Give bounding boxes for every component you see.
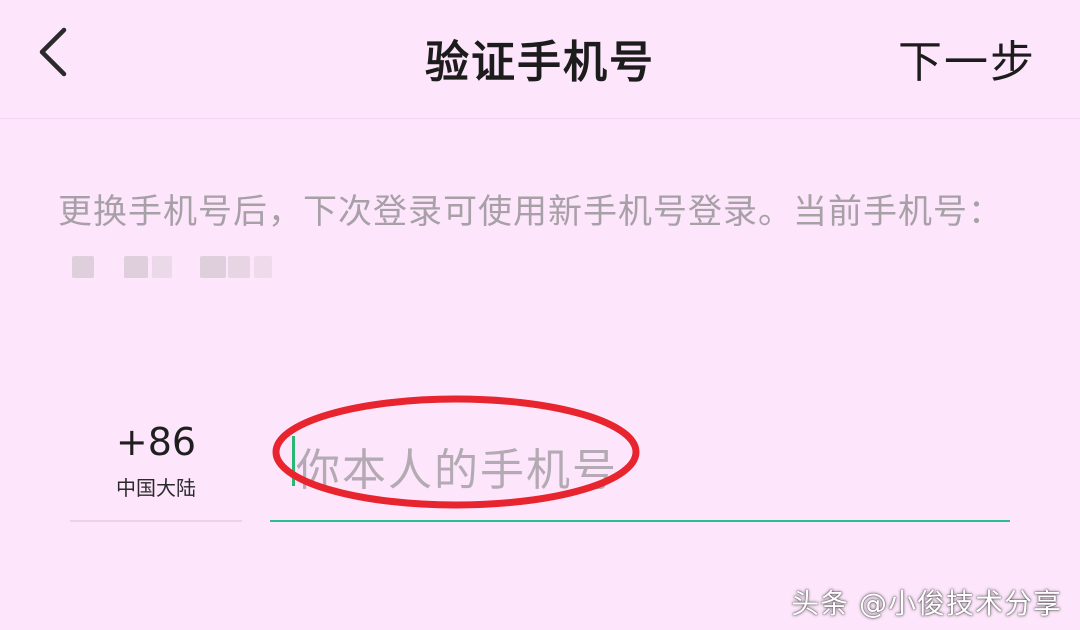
next-step-button[interactable]: 下一步 [898,26,1036,90]
country-code-selector[interactable]: +86 中国大陆 [70,418,242,501]
notice-text: 更换手机号后，下次登录可使用新手机号登录。当前手机号： [58,192,1003,232]
change-phone-notice: 更换手机号后，下次登录可使用新手机号登录。当前手机号： [58,186,1018,290]
country-underline [70,520,242,522]
phone-number-input[interactable] [270,420,1010,520]
top-nav-bar: 验证手机号 下一步 [0,0,1080,119]
country-name: 中国大陆 [116,476,196,500]
phone-input-underline [270,520,1010,522]
masked-current-phone [68,250,308,282]
text-caret [292,436,295,486]
country-code: +86 [115,420,197,464]
watermark: 头条 @小俊技术分享 [791,587,1062,620]
